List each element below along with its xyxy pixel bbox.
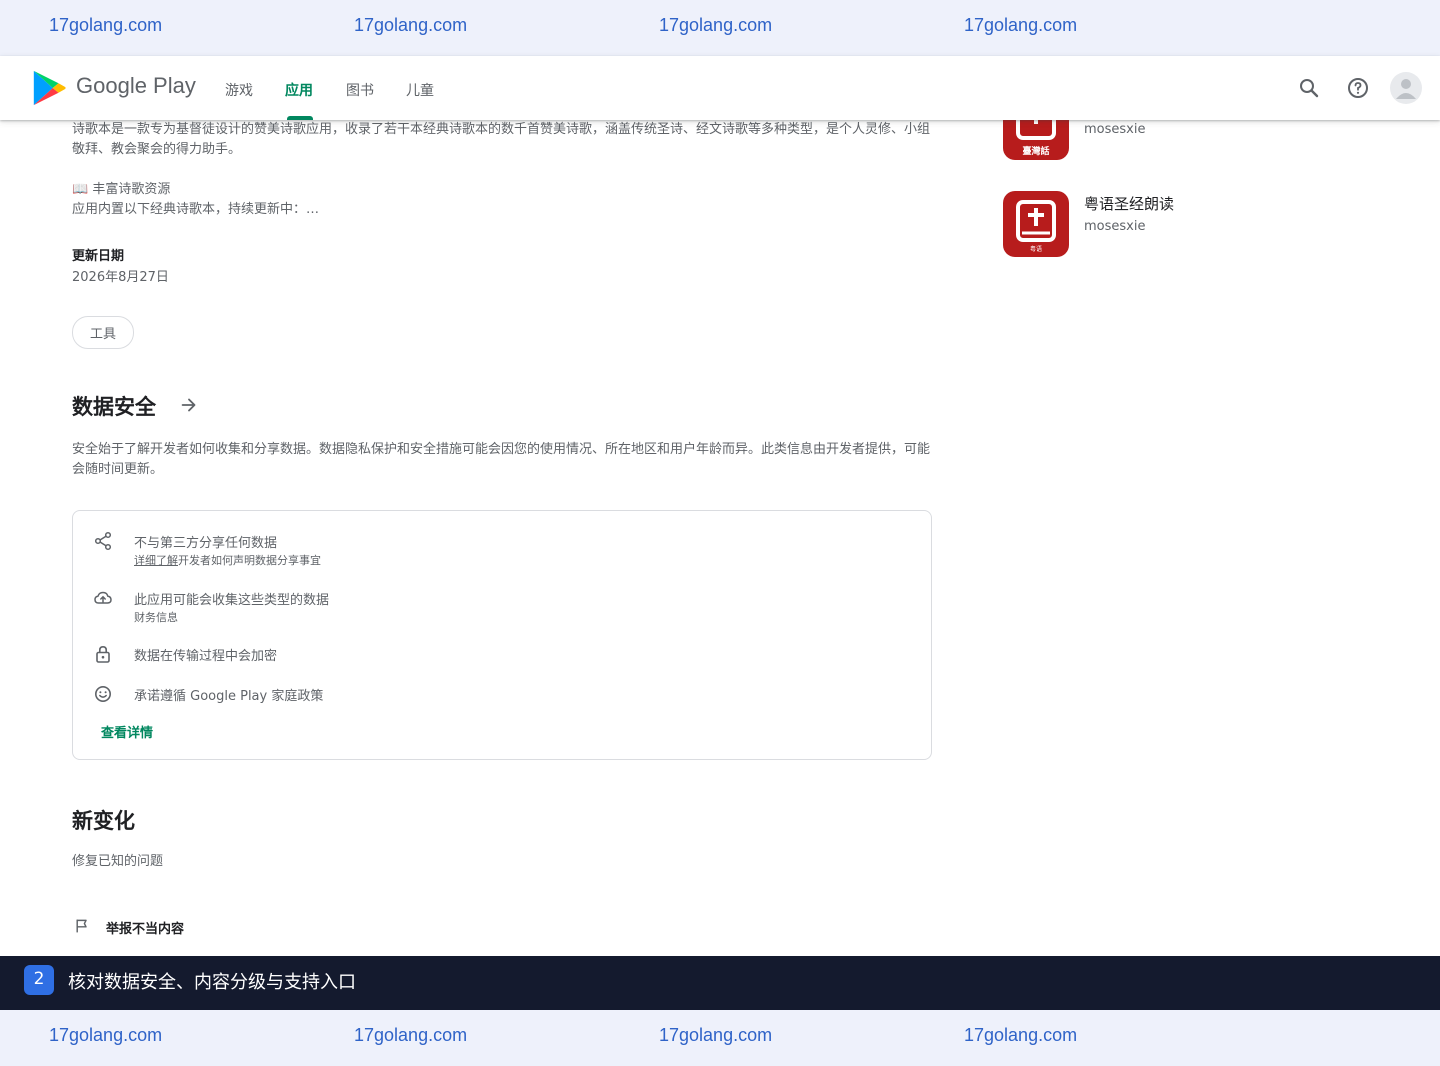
bible-icon: 粤语	[1016, 200, 1056, 253]
arrow-forward-icon	[181, 398, 196, 412]
tab-games[interactable]: 游戏	[225, 80, 253, 100]
cloud-upload-icon	[94, 591, 112, 604]
safety-row-title: 数据在传输过程中会加密	[134, 649, 278, 664]
safety-row-title: 承诺遵循 Google Play 家庭政策	[134, 689, 324, 704]
app-icon-label: 臺灣話	[1022, 145, 1049, 157]
watermark-bar-top: 17golang.com 17golang.com 17golang.com 1…	[0, 0, 1440, 56]
safety-row-subtitle: 财务信息	[134, 611, 178, 624]
help-icon[interactable]	[1346, 76, 1370, 100]
app-developer: mosesxie	[1084, 219, 1146, 234]
report-label: 举报不当内容	[106, 922, 185, 937]
top-app-bar: Google Play 游戏 应用 图书 儿童	[0, 56, 1440, 120]
safety-row-title: 此应用可能会收集这些类型的数据	[134, 593, 330, 608]
app-icon: 粤语	[1003, 191, 1069, 257]
view-details-link[interactable]: 查看详情	[101, 722, 153, 741]
data-safety-heading[interactable]: 数据安全	[72, 391, 196, 421]
tab-kids[interactable]: 儿童	[406, 80, 434, 100]
app-developer: mosesxie	[1084, 122, 1146, 137]
step-caption-bar: 2 核对数据安全、内容分级与支持入口	[0, 956, 1440, 1010]
updated-date: 2026年8月27日	[72, 270, 169, 285]
google-play-logo-icon[interactable]	[30, 69, 68, 107]
app-name: 粤语圣经朗读	[1084, 195, 1175, 213]
watermark-text: 17golang.com	[964, 15, 1078, 35]
safety-row-title: 不与第三方分享任何数据	[134, 536, 278, 551]
step-number-badge: 2	[24, 965, 54, 995]
watermark-text: 17golang.com	[659, 1025, 773, 1045]
app-description: 诗歌本是一款专为基督徒设计的赞美诗歌应用，收录了若干本经典诗歌本的数千首赞美诗歌…	[72, 122, 931, 157]
watermark-bar-bottom: 17golang.com 17golang.com 17golang.com 1…	[0, 1010, 1440, 1066]
share-icon	[94, 531, 112, 551]
tab-apps[interactable]: 应用	[285, 80, 313, 100]
learn-more-link[interactable]: 详细了解	[134, 554, 178, 567]
feature-title: 📖 丰富诗歌资源	[72, 182, 171, 197]
watermark-text: 17golang.com	[964, 1025, 1078, 1045]
feature-description: 应用内置以下经典诗歌本，持续更新中：…	[72, 202, 320, 217]
watermark-text: 17golang.com	[354, 1025, 468, 1045]
watermark-text: 17golang.com	[659, 15, 773, 35]
search-icon[interactable]	[1297, 76, 1321, 100]
brand-name[interactable]: Google Play	[76, 73, 196, 99]
data-safety-card: 不与第三方分享任何数据 详细了解开发者如何声明数据分享事宜 此应用可能会收集这些…	[72, 510, 932, 760]
person-icon	[1396, 79, 1416, 99]
whats-new-body: 修复已知的问题	[72, 854, 164, 869]
flag-icon	[76, 919, 87, 933]
data-safety-intro: 安全始于了解开发者如何收集和分享数据。数据隐私保护和安全措施可能会因您的使用情况…	[72, 442, 931, 477]
watermark-text: 17golang.com	[49, 1025, 163, 1045]
whats-new-title: 新变化	[72, 809, 135, 833]
lock-icon	[96, 645, 110, 663]
safety-row-subtitle: 详细了解开发者如何声明数据分享事宜	[134, 554, 321, 567]
similar-app-item[interactable]: 粤语 粤语圣经朗读 mosesxie	[1003, 191, 1263, 257]
category-chip[interactable]: 工具	[72, 316, 135, 349]
data-safety-title: 数据安全	[72, 395, 156, 419]
watermark-text: 17golang.com	[354, 15, 468, 35]
updated-label: 更新日期	[72, 249, 125, 264]
app-icon-label: 粤语	[1030, 245, 1042, 253]
smiley-icon	[95, 686, 111, 702]
step-caption-text: 核对数据安全、内容分级与支持入口	[68, 972, 356, 993]
watermark-text: 17golang.com	[49, 15, 163, 35]
tab-books[interactable]: 图书	[346, 80, 374, 100]
report-link[interactable]: 举报不当内容	[72, 916, 272, 938]
active-tab-indicator	[287, 116, 313, 120]
account-avatar[interactable]	[1390, 72, 1422, 104]
